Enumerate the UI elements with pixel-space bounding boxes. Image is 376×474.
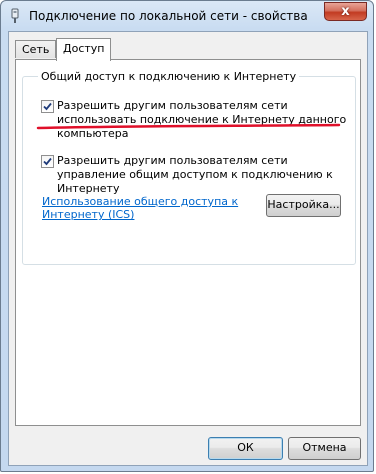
- red-annotation-underline: [36, 123, 341, 130]
- dialog-body: Сеть Доступ Общий доступ к подключению к…: [8, 31, 368, 466]
- tab-sharing[interactable]: Доступ: [56, 38, 112, 61]
- allow-connection-checkbox[interactable]: [41, 100, 54, 113]
- tab-network[interactable]: Сеть: [15, 40, 57, 58]
- network-adapter-icon: [11, 8, 19, 23]
- close-button[interactable]: x: [324, 2, 367, 21]
- ics-group-title: Общий доступ к подключению к Интернету: [38, 70, 300, 83]
- close-icon: x: [341, 4, 350, 19]
- allow-connection-label: Разрешить другим пользователям сети испо…: [57, 99, 347, 140]
- properties-dialog: Подключение по локальной сети - свойства…: [0, 0, 374, 472]
- window-title: Подключение по локальной сети - свойства: [29, 9, 308, 23]
- title-bar[interactable]: Подключение по локальной сети - свойства…: [1, 1, 373, 31]
- allow-control-label: Разрешить другим пользователям сети упра…: [57, 154, 333, 195]
- checkmark-icon: [43, 157, 52, 166]
- checkmark-icon: [43, 102, 52, 111]
- settings-button[interactable]: Настройка...: [266, 194, 341, 217]
- ics-help-link[interactable]: Использование общего доступа к Интернету…: [42, 195, 242, 221]
- ok-button[interactable]: ОК: [208, 437, 283, 460]
- cancel-button[interactable]: Отмена: [288, 437, 361, 460]
- allow-control-checkbox[interactable]: [41, 155, 54, 168]
